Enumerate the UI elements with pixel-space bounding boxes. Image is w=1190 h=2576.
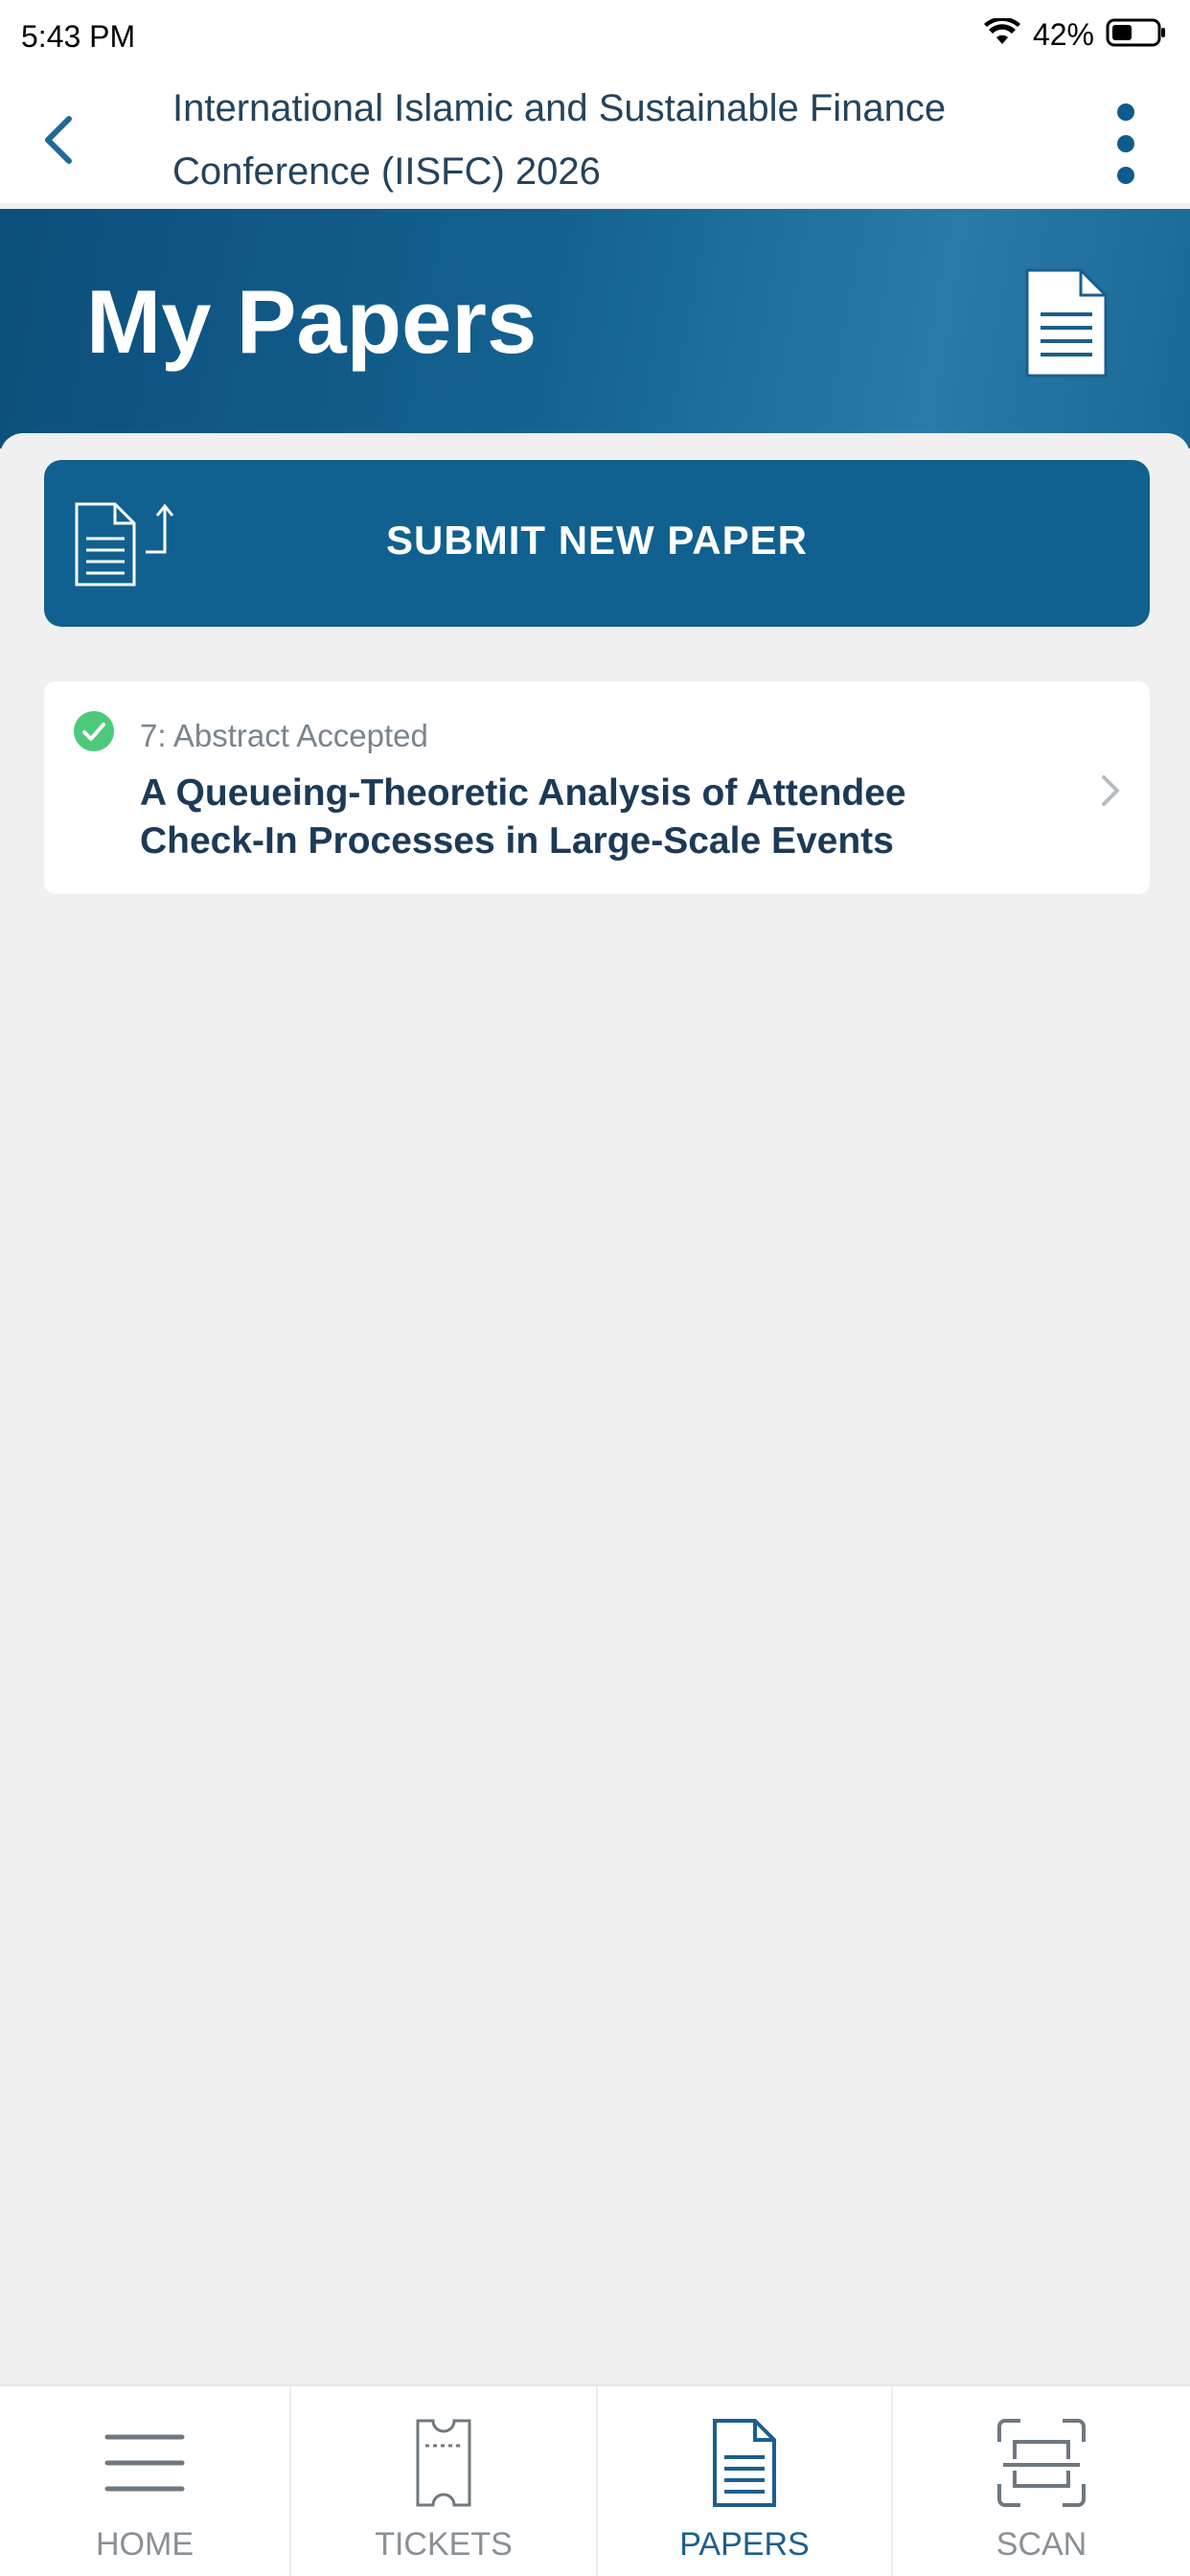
bottom-tab-bar: HOME TICKETS PAPERS SCAN <box>0 2384 1190 2576</box>
more-options-button[interactable] <box>1102 98 1150 190</box>
status-indicators: 42% <box>983 16 1167 53</box>
conference-title-line2: Conference (IISFC) 2026 <box>172 150 601 193</box>
tab-tickets[interactable]: TICKETS <box>291 2386 598 2576</box>
wifi-icon <box>983 16 1021 52</box>
status-time: 5:43 PM <box>21 19 136 54</box>
paper-title: A Queueing-Theoretic Analysis of Attende… <box>140 772 906 862</box>
paper-list-item[interactable]: 7: Abstract Accepted A Queueing-Theoreti… <box>44 681 1150 894</box>
tab-scan-label: SCAN <box>995 2526 1087 2563</box>
tab-tickets-label: TICKETS <box>375 2526 513 2563</box>
status-bar: 5:43 PM 42% <box>0 0 1190 77</box>
tab-papers[interactable]: PAPERS <box>598 2386 893 2576</box>
check-circle-icon <box>73 710 115 757</box>
tab-home-label: HOME <box>96 2526 194 2563</box>
more-dot <box>1117 104 1134 121</box>
tab-papers-label: PAPERS <box>679 2526 810 2563</box>
battery-percentage: 42% <box>1032 17 1094 52</box>
page-title: My Papers <box>86 271 538 372</box>
chevron-right-icon <box>1098 771 1123 815</box>
conference-title-line1: International Islamic and Sustainable Fi… <box>172 87 947 129</box>
conference-title: International Islamic and Sustainable Fi… <box>172 77 1016 203</box>
papers-content: SUBMIT NEW PAPER 7: Abstract Accepted A … <box>0 433 1190 2383</box>
battery-icon <box>1106 17 1167 53</box>
tab-scan[interactable]: SCAN <box>893 2386 1190 2576</box>
page-banner: My Papers <box>0 209 1190 448</box>
paper-status: 7: Abstract Accepted <box>140 718 428 753</box>
app-header: International Islamic and Sustainable Fi… <box>0 77 1190 203</box>
menu-icon <box>103 2415 186 2511</box>
back-button[interactable] <box>29 105 86 174</box>
scan-icon <box>995 2415 1087 2511</box>
chevron-left-icon <box>45 116 72 164</box>
document-icon <box>1023 266 1110 384</box>
more-dot <box>1117 167 1134 184</box>
document-icon <box>711 2415 778 2511</box>
tab-home[interactable]: HOME <box>0 2386 291 2576</box>
submit-new-paper-label: SUBMIT NEW PAPER <box>386 518 808 563</box>
submit-new-paper-button[interactable]: SUBMIT NEW PAPER <box>44 460 1150 627</box>
more-dot <box>1117 135 1134 152</box>
ticket-icon <box>414 2415 473 2511</box>
